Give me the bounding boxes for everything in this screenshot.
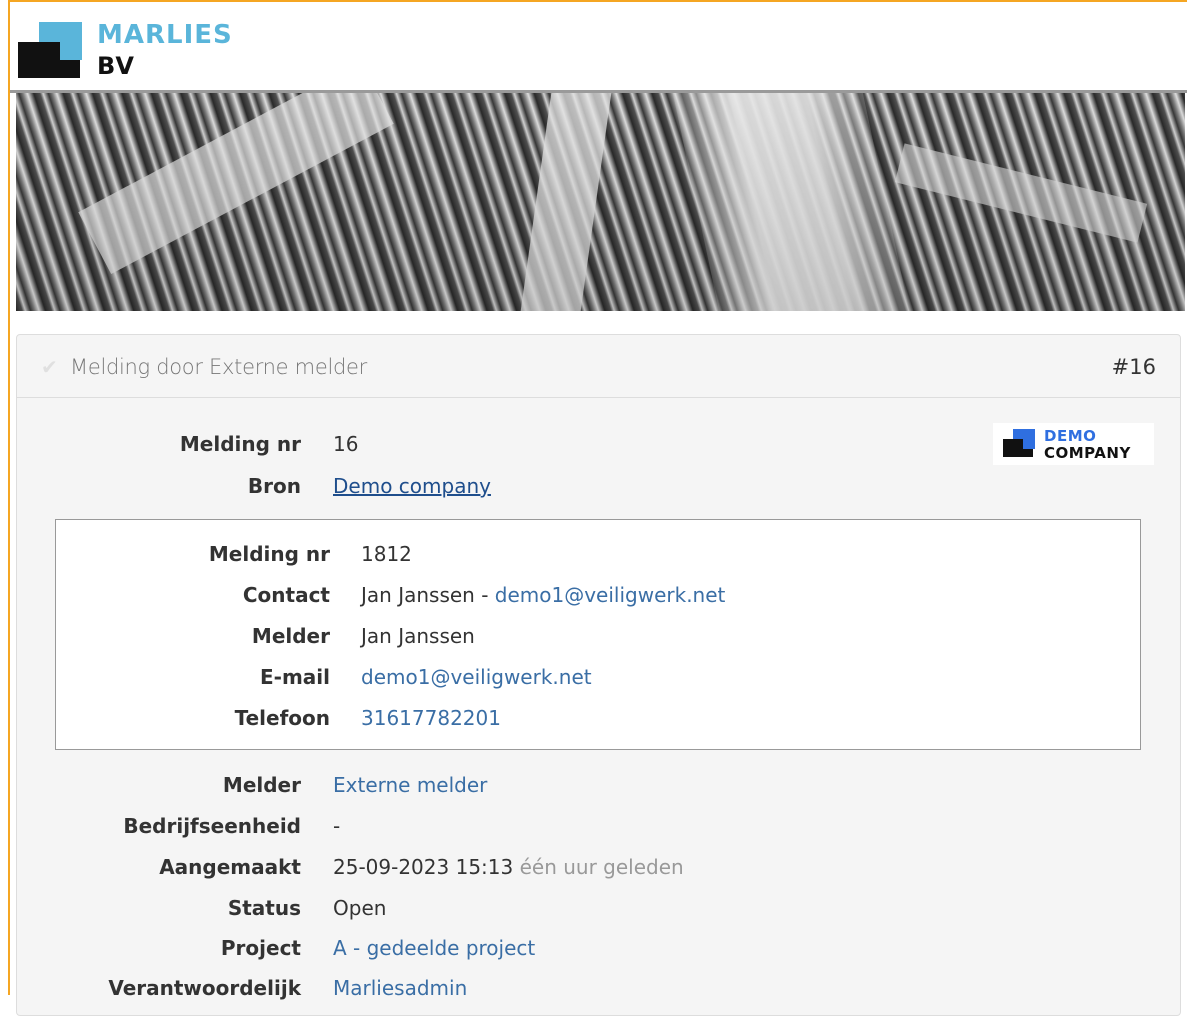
melding-number: #16 [1111, 355, 1156, 379]
field-label: Melding nr [208, 542, 330, 566]
field-label: Status [227, 896, 301, 920]
field-label: Melder [251, 624, 330, 648]
contact-value: Jan Janssen - demo1@veiligwerk.net [361, 583, 725, 607]
field-label: Contact [242, 583, 330, 607]
field-melder: Melder Externe melder [17, 773, 1180, 803]
external-report-box: Melding nr 1812 Contact Jan Janssen - de… [55, 519, 1141, 750]
header-banner-image [16, 93, 1185, 311]
field-label: Telefoon [234, 706, 330, 730]
field-label: Melding nr [179, 432, 301, 456]
field-label: Bedrijfseenheid [123, 814, 301, 838]
inner-contact: Contact Jan Janssen - demo1@veiligwerk.n… [56, 583, 1140, 613]
field-bedrijfseenheid: Bedrijfseenheid - [17, 814, 1180, 844]
field-value: Jan Janssen [361, 624, 475, 648]
field-label: Melder [222, 773, 301, 797]
brand-name[interactable]: MARLIES [97, 20, 233, 50]
field-label: Aangemaakt [159, 855, 301, 879]
field-value: - [333, 814, 341, 838]
field-melding-nr: Melding nr 16 [17, 432, 1180, 462]
inner-melding-nr: Melding nr 1812 [56, 542, 1140, 572]
email-link[interactable]: demo1@veiligwerk.net [361, 665, 592, 689]
field-label: Project [220, 936, 301, 960]
field-value: 1812 [361, 542, 412, 566]
project-link[interactable]: A - gedeelde project [333, 936, 535, 960]
melder-link[interactable]: Externe melder [333, 773, 487, 797]
bron-link[interactable]: Demo company [333, 474, 491, 498]
field-verantwoordelijk: Verantwoordelijk Marliesadmin [17, 976, 1180, 1006]
contact-email-link[interactable]: demo1@veiligwerk.net [495, 583, 726, 607]
inner-melder: Melder Jan Janssen [56, 624, 1140, 654]
field-bron: Bron Demo company [17, 474, 1180, 504]
brand-suffix[interactable]: BV [97, 52, 135, 80]
aangemaakt-value: 25-09-2023 15:13 één uur geleden [333, 855, 684, 879]
contact-name: Jan Janssen - [361, 583, 495, 607]
melding-panel: ✔ Melding door Externe melder #16 DEMO C… [16, 334, 1181, 1016]
created-relative: één uur geleden [519, 855, 684, 879]
field-label: E-mail [259, 665, 330, 689]
field-label: Bron [247, 474, 301, 498]
telefoon-link[interactable]: 31617782201 [361, 706, 501, 730]
panel-heading: ✔ Melding door Externe melder #16 [17, 335, 1180, 398]
field-value: 16 [333, 432, 359, 456]
site-header: MARLIES BV [10, 2, 1187, 93]
field-project: Project A - gedeelde project [17, 936, 1180, 966]
inner-email: E-mail demo1@veiligwerk.net [56, 665, 1140, 695]
created-timestamp: 25-09-2023 15:13 [333, 855, 514, 879]
verantwoordelijk-link[interactable]: Marliesadmin [333, 976, 467, 1000]
status-value: Open [333, 896, 387, 920]
inner-telefoon: Telefoon 31617782201 [56, 706, 1140, 736]
field-status: Status Open [17, 896, 1180, 926]
check-icon: ✔ [41, 355, 58, 379]
panel-title: Melding door Externe melder [70, 355, 367, 379]
field-label: Verantwoordelijk [108, 976, 301, 1000]
field-aangemaakt: Aangemaakt 25-09-2023 15:13 één uur gele… [17, 855, 1180, 885]
